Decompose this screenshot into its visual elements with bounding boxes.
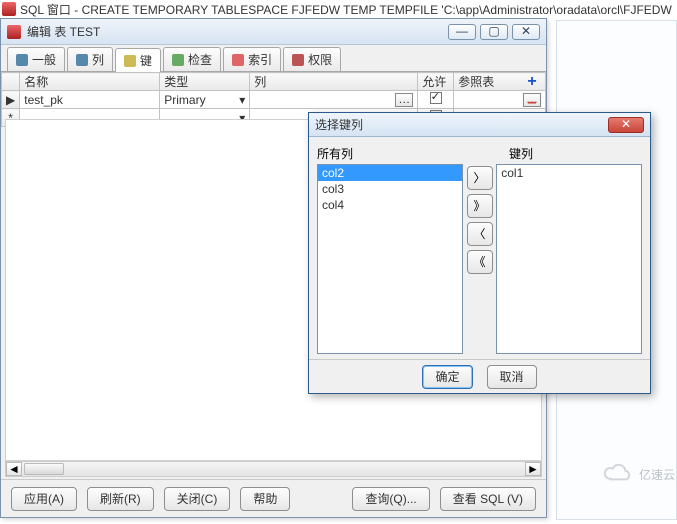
list-item[interactable]: col1 xyxy=(497,165,641,181)
col-cols[interactable]: 列 xyxy=(250,73,418,91)
delete-row-button[interactable]: − xyxy=(524,97,540,113)
ellipsis-button[interactable]: … xyxy=(395,93,413,107)
scroll-thumb[interactable] xyxy=(24,463,64,475)
dialog-close-button[interactable]: ✕ xyxy=(608,117,644,133)
move-all-left-button[interactable]: 《 xyxy=(467,250,493,274)
window-titlebar[interactable]: 编辑 表 TEST — ▢ ✕ xyxy=(1,19,546,45)
tab-general[interactable]: 一般 xyxy=(7,47,65,71)
minimize-button[interactable]: — xyxy=(448,24,476,40)
col-type[interactable]: 类型 xyxy=(160,73,250,91)
chevron-down-icon[interactable]: ▾ xyxy=(239,93,245,107)
all-columns-list[interactable]: col2 col3 col4 xyxy=(317,164,463,354)
col-allow[interactable]: 允许 xyxy=(418,73,454,91)
tab-columns[interactable]: 列 xyxy=(67,47,113,71)
close-button[interactable]: ✕ xyxy=(512,24,540,40)
window-title: 编辑 表 TEST xyxy=(27,23,448,40)
view-sql-button[interactable]: 查看 SQL (V) xyxy=(440,487,536,511)
back-window-title: SQL 窗口 - CREATE TEMPORARY TABLESPACE FJF… xyxy=(2,0,677,18)
indexes-icon xyxy=(232,54,244,66)
checks-icon xyxy=(172,54,184,66)
list-item[interactable]: col3 xyxy=(318,181,462,197)
move-right-button[interactable]: 〉 xyxy=(467,166,493,190)
move-all-right-button[interactable]: 》 xyxy=(467,194,493,218)
privs-icon xyxy=(292,54,304,66)
general-icon xyxy=(16,54,28,66)
row-marker: ▶ xyxy=(2,91,20,109)
back-window-title-text: SQL 窗口 - CREATE TEMPORARY TABLESPACE FJF… xyxy=(20,1,672,18)
help-button[interactable]: 帮助 xyxy=(240,487,290,511)
all-columns-label: 所有列 xyxy=(317,145,475,162)
footer-bar: 应用(A) 刷新(R) 关闭(C) 帮助 查询(Q)... 查看 SQL (V) xyxy=(1,479,546,517)
list-item[interactable]: col4 xyxy=(318,197,462,213)
key-columns-list[interactable]: col1 xyxy=(496,164,642,354)
apply-button[interactable]: 应用(A) xyxy=(11,487,77,511)
list-item[interactable]: col2 xyxy=(318,165,462,181)
col-name[interactable]: 名称 xyxy=(20,73,160,91)
tab-indexes[interactable]: 索引 xyxy=(223,47,281,71)
cloud-icon xyxy=(601,464,635,484)
checkbox-checked-icon[interactable] xyxy=(430,92,442,104)
cell-allow[interactable] xyxy=(418,91,454,109)
keys-icon xyxy=(124,55,136,67)
refresh-button[interactable]: 刷新(R) xyxy=(87,487,154,511)
select-key-columns-dialog: 选择键列 ✕ 所有列 键列 col2 col3 col4 〉 》 〈 《 col… xyxy=(308,112,651,394)
watermark: 亿速云 xyxy=(601,464,675,484)
query-button[interactable]: 查询(Q)... xyxy=(352,487,429,511)
cell-name[interactable]: test_pk xyxy=(20,91,160,109)
scroll-right-button[interactable]: ► xyxy=(525,462,541,476)
key-columns-label: 键列 xyxy=(509,145,533,162)
sql-icon xyxy=(2,2,16,16)
cell-type[interactable]: Primary▾ xyxy=(160,91,250,109)
table-row[interactable]: ▶ test_pk Primary▾ … … xyxy=(2,91,546,109)
move-left-button[interactable]: 〈 xyxy=(467,222,493,246)
tabbar: 一般 列 键 检查 索引 权限 xyxy=(1,45,546,71)
row-header-blank xyxy=(2,73,20,91)
tab-checks[interactable]: 检查 xyxy=(163,47,221,71)
cell-cols[interactable]: … xyxy=(250,91,418,109)
table-icon xyxy=(7,25,21,39)
columns-icon xyxy=(76,54,88,66)
tab-privs[interactable]: 权限 xyxy=(283,47,341,71)
tab-keys[interactable]: 键 xyxy=(115,48,161,72)
close-button-footer[interactable]: 关闭(C) xyxy=(164,487,231,511)
dialog-titlebar[interactable]: 选择键列 ✕ xyxy=(309,113,650,137)
ok-button[interactable]: 确定 xyxy=(422,365,472,389)
dialog-title: 选择键列 xyxy=(315,116,608,133)
maximize-button[interactable]: ▢ xyxy=(480,24,508,40)
cancel-button[interactable]: 取消 xyxy=(487,365,537,389)
add-row-button[interactable]: + xyxy=(524,75,540,91)
scroll-left-button[interactable]: ◄ xyxy=(6,462,22,476)
horizontal-scrollbar[interactable]: ◄ ► xyxy=(5,461,542,477)
